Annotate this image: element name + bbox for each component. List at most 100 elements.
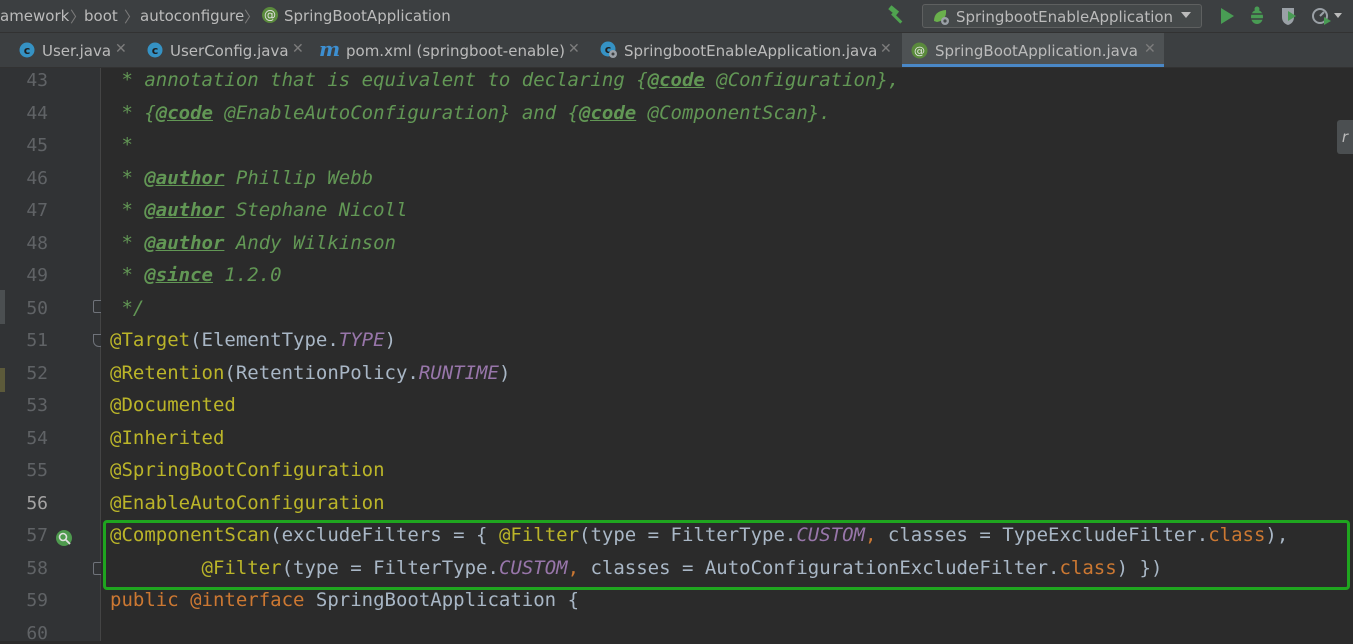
profiler-icon[interactable]	[1310, 5, 1332, 27]
line-number: 49	[26, 265, 48, 286]
code-token: RUNTIME	[418, 362, 499, 384]
maven-icon: m	[319, 37, 341, 61]
code-line-48: * @author Andy Wilkinson	[110, 227, 396, 259]
code-token: Andy Wilkinson	[224, 232, 396, 254]
tab-pom-xml[interactable]: m pom.xml (springboot-enable) ✕	[313, 33, 591, 67]
code-token: *	[110, 134, 133, 156]
chevron-down-icon[interactable]	[1334, 13, 1342, 18]
code-token: SpringBootApplication {	[304, 589, 580, 611]
navigation-bar: amework 〉 boot 〉 autoconfigure 〉 @ Sprin…	[0, 0, 1353, 33]
tab-springbootenableapplication-java[interactable]: c SpringbootEnableApplication.java ✕	[591, 33, 897, 67]
component-scan-gutter-icon[interactable]	[54, 528, 76, 554]
code-token: )	[384, 329, 397, 351]
code-token: Stephane Nicoll	[224, 199, 408, 221]
code-token: @author	[144, 232, 225, 254]
annotation-icon: @	[261, 6, 279, 24]
code-token: @EnableAutoConfiguration} and {	[212, 102, 580, 124]
run-configuration-select[interactable]: SpringbootEnableApplication	[922, 4, 1202, 28]
line-number: 46	[26, 168, 48, 189]
code-line-55: @SpringBootConfiguration	[110, 454, 385, 486]
code-token: @SpringBootConfiguration	[110, 459, 385, 481]
line-number: 58	[26, 558, 48, 579]
tab-userconfig-java[interactable]: c UserConfig.java ✕	[138, 33, 313, 67]
close-icon[interactable]: ✕	[292, 41, 304, 57]
svg-text:c: c	[24, 44, 31, 57]
code-line-43: * annotation that is equivalent to decla…	[110, 68, 899, 96]
class-icon: c	[19, 42, 35, 62]
line-number: 51	[26, 330, 48, 351]
line-number: 55	[26, 460, 48, 481]
line-number: 57	[26, 525, 48, 546]
line-number: 59	[26, 590, 48, 611]
code-token: @Target	[110, 329, 191, 351]
close-icon[interactable]: ✕	[115, 41, 127, 57]
code-token: *	[110, 264, 145, 286]
line-number: 50	[26, 298, 48, 319]
breadcrumb-item-framework[interactable]: amework	[0, 7, 69, 25]
code-token: )	[498, 362, 511, 384]
tab-label: SpringBootApplication.java	[935, 42, 1138, 60]
tab-label: User.java	[42, 42, 112, 60]
line-number: 47	[26, 200, 48, 221]
code-line-51: @Target(ElementType.TYPE)	[110, 324, 396, 356]
breadcrumb-separator: 〉	[70, 8, 86, 26]
right-tool-window-stripe[interactable]: r	[1337, 120, 1353, 154]
code-token: Phillip Webb	[224, 167, 374, 189]
code-token: @author	[144, 199, 225, 221]
chevron-down-icon	[1181, 12, 1191, 18]
close-icon[interactable]: ✕	[568, 41, 580, 57]
annotation-icon: @	[911, 42, 928, 63]
svg-text:@: @	[914, 45, 925, 58]
code-line-50: */	[110, 292, 144, 324]
breadcrumb-item-springbootapplication[interactable]: SpringBootApplication	[284, 7, 451, 25]
code-token: @since	[144, 264, 213, 286]
code-token: *	[110, 199, 145, 221]
code-line-46: * @author Phillip Webb	[110, 162, 373, 194]
line-number: 43	[26, 70, 48, 91]
debug-bug-icon[interactable]	[1246, 5, 1268, 27]
code-token: @Configuration},	[704, 69, 900, 91]
breadcrumb-item-autoconfigure[interactable]: autoconfigure	[140, 7, 244, 25]
breadcrumb-separator: 〉	[244, 8, 260, 26]
code-token: *	[110, 167, 145, 189]
code-token: * {	[110, 102, 156, 124]
class-icon: c	[147, 42, 163, 62]
close-icon[interactable]: ✕	[880, 41, 892, 57]
code-token: @Retention	[110, 362, 225, 384]
svg-text:c: c	[152, 44, 159, 57]
svg-text:@: @	[264, 8, 276, 22]
left-tool-window-stripe[interactable]	[0, 290, 5, 324]
code-line-45: *	[110, 129, 133, 161]
editor-tab-bar: c User.java ✕ c UserConfig.java ✕ m pom.…	[0, 33, 1353, 68]
tab-label: SpringbootEnableApplication.java	[624, 42, 878, 60]
code-token: @Inherited	[110, 427, 225, 449]
line-number: 48	[26, 233, 48, 254]
build-hammer-icon[interactable]	[886, 5, 908, 27]
breadcrumb-separator: 〉	[124, 8, 140, 26]
line-number: 52	[26, 363, 48, 384]
tab-springbootapplication-java[interactable]: @ SpringBootApplication.java ✕	[902, 33, 1164, 67]
code-line-44: * {@code @EnableAutoConfiguration} and {…	[110, 97, 830, 129]
code-token: public	[110, 589, 191, 611]
spring-boot-class-icon: c	[600, 41, 618, 63]
left-tool-window-stripe[interactable]	[0, 368, 5, 392]
code-token: @author	[144, 167, 225, 189]
code-token: (RetentionPolicy.	[224, 362, 419, 384]
code-token: TYPE	[338, 329, 385, 351]
line-number: 54	[26, 428, 48, 449]
code-line-47: * @author Stephane Nicoll	[110, 194, 407, 226]
line-number-gutter[interactable]: 43 44 45 46 47 48 49 50 51 52 53 54 55 5…	[0, 68, 101, 644]
breadcrumb-item-boot[interactable]: boot	[84, 7, 118, 25]
code-token: @interface	[190, 589, 305, 611]
close-icon[interactable]: ✕	[1144, 41, 1156, 57]
code-token: * annotation that is equivalent to decla…	[110, 69, 648, 91]
code-line-56: @EnableAutoConfiguration	[110, 487, 385, 519]
code-token: @code	[579, 102, 637, 124]
code-line-54: @Inherited	[110, 422, 224, 454]
code-token: @code	[155, 102, 213, 124]
line-number: 44	[26, 103, 48, 124]
run-icon[interactable]	[1216, 5, 1238, 27]
run-with-coverage-icon[interactable]	[1278, 5, 1300, 27]
code-token: (ElementType.	[190, 329, 339, 351]
tab-user-java[interactable]: c User.java ✕	[0, 33, 138, 67]
